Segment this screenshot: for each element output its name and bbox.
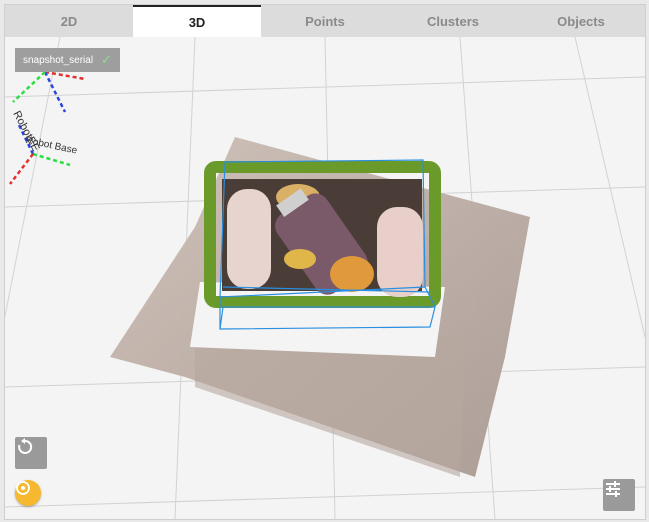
- tab-2d[interactable]: 2D: [5, 5, 133, 37]
- sliders-icon: [606, 481, 620, 497]
- scene-canvas: [5, 37, 645, 519]
- view-tabs: 2D 3D Points Clusters Objects: [5, 5, 645, 37]
- capture-button[interactable]: [15, 480, 41, 506]
- check-icon: ✓: [101, 52, 112, 67]
- cylinder-left: [227, 189, 271, 289]
- tab-clusters[interactable]: Clusters: [389, 5, 517, 37]
- reset-view-button[interactable]: [15, 437, 47, 469]
- tab-objects[interactable]: Objects: [517, 5, 645, 37]
- cylinder-right: [377, 207, 423, 297]
- settings-button[interactable]: [603, 479, 635, 511]
- robot-base-axes: [9, 124, 71, 185]
- camera-shutter-icon: [16, 481, 30, 495]
- tab-3d[interactable]: 3D: [133, 5, 261, 37]
- viewer-frame: 2D 3D Points Clusters Objects RobotEE Ro…: [4, 4, 646, 520]
- 3d-viewport[interactable]: RobotEE Robot Base snapshot_serial ✓: [5, 37, 645, 519]
- reset-view-icon: [18, 438, 33, 454]
- snapshot-badge[interactable]: snapshot_serial ✓: [15, 48, 120, 72]
- orange-can: [330, 256, 374, 292]
- tab-points[interactable]: Points: [261, 5, 389, 37]
- snapshot-label: snapshot_serial: [23, 54, 94, 66]
